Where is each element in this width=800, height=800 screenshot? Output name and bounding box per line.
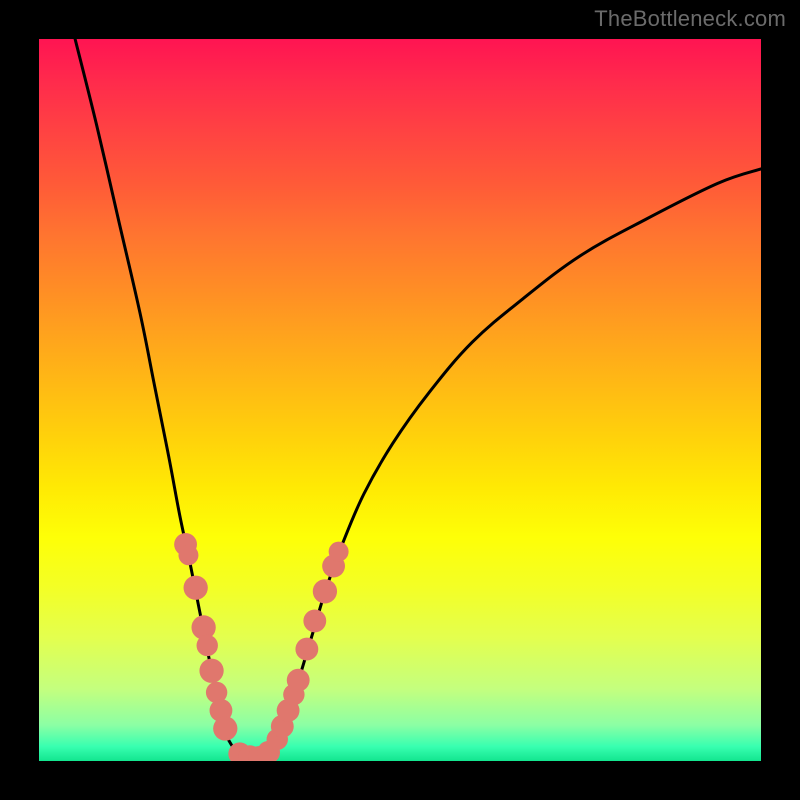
marker-right_cluster-9 [329,542,349,562]
marker-left_cluster-2 [184,576,208,600]
marker-right_cluster-7 [313,579,337,603]
curve-left-curve [75,39,256,757]
marker-right_cluster-4 [287,669,310,692]
marker-left_cluster-5 [199,659,223,683]
marker-left_cluster-1 [178,545,198,565]
marker-group [174,533,348,761]
marker-left_cluster-4 [197,635,218,656]
chart-svg [39,39,761,761]
marker-left_cluster-8 [213,716,237,740]
marker-right_cluster-5 [295,638,318,661]
marker-right_cluster-6 [303,610,326,633]
curve-group [75,39,761,757]
watermark-text: TheBottleneck.com [594,6,786,32]
chart-plot-area [39,39,761,761]
chart-frame: TheBottleneck.com [0,0,800,800]
curve-right-curve [256,169,761,757]
